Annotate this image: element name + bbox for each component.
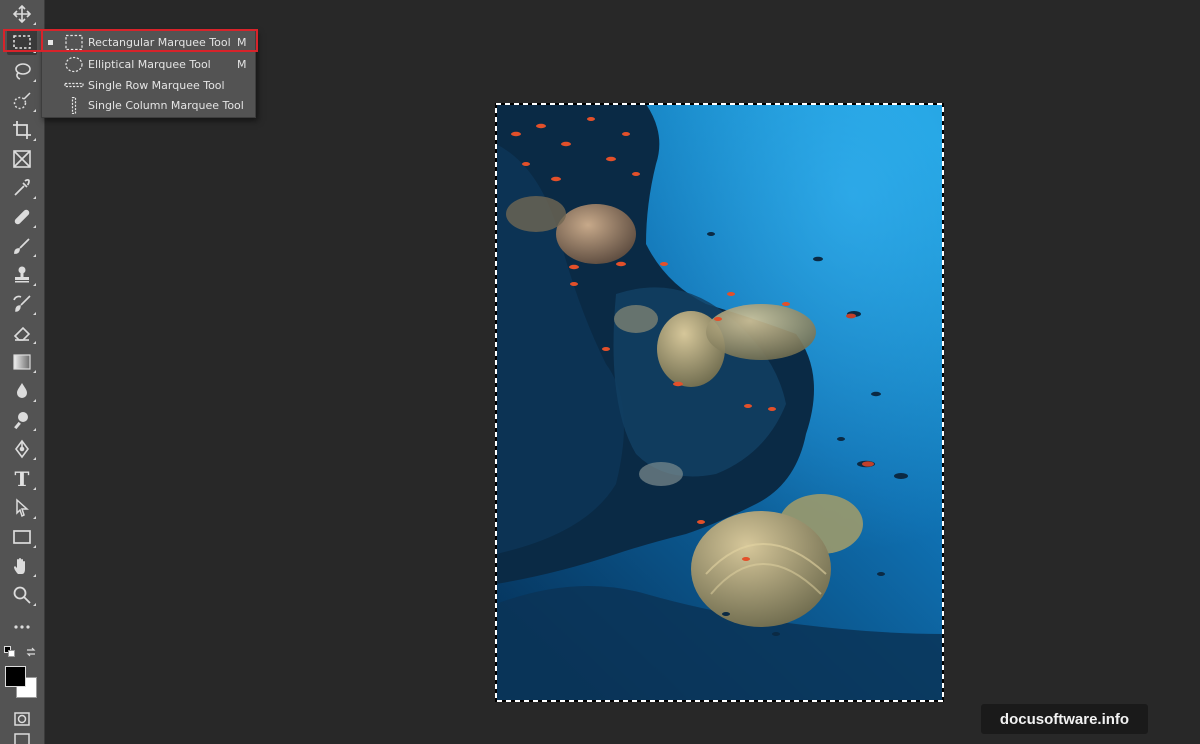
crop-tool[interactable] xyxy=(7,117,37,143)
clone-stamp-tool[interactable] xyxy=(7,262,37,288)
blur-tool[interactable] xyxy=(7,378,37,404)
rectangular-marquee-icon xyxy=(65,34,83,51)
flyout-item-label: Single Row Marquee Tool xyxy=(88,79,225,92)
coral-reef-image xyxy=(496,104,943,701)
quick-selection-icon xyxy=(13,92,31,110)
single-column-marquee-icon xyxy=(71,97,77,114)
single-row-marquee-icon xyxy=(64,82,84,88)
flyout-item-shortcut: M xyxy=(237,36,247,49)
type-icon: T xyxy=(14,467,30,491)
hand-icon xyxy=(14,558,25,574)
flyout-item-label: Elliptical Marquee Tool xyxy=(88,58,211,71)
flyout-item-rectangular-marquee[interactable]: Rectangular Marquee Tool M xyxy=(42,32,255,53)
marquee-tool-flyout: Rectangular Marquee Tool M Elliptical Ma… xyxy=(41,30,256,118)
stamp-icon xyxy=(15,266,29,283)
frame-tool[interactable] xyxy=(7,146,37,172)
flyout-item-shortcut: M xyxy=(237,58,247,71)
dodge-icon xyxy=(14,412,28,430)
lasso-icon xyxy=(15,63,31,80)
gradient-tool[interactable] xyxy=(7,349,37,375)
eraser-tool[interactable] xyxy=(7,320,37,346)
flyout-item-label: Rectangular Marquee Tool xyxy=(88,36,231,49)
flyout-item-single-row-marquee[interactable]: Single Row Marquee Tool xyxy=(42,75,255,96)
quick-selection-tool[interactable] xyxy=(7,88,37,114)
hand-tool[interactable] xyxy=(7,553,37,579)
eyedropper-tool[interactable] xyxy=(7,175,37,201)
elliptical-marquee-icon xyxy=(65,56,83,73)
watermark: docusoftware.info xyxy=(981,704,1148,734)
rectangle-tool[interactable] xyxy=(7,524,37,550)
crop-icon xyxy=(13,121,31,139)
marquee-tool[interactable] xyxy=(7,29,37,55)
history-brush-tool[interactable] xyxy=(7,291,37,317)
selected-bullet xyxy=(48,40,53,45)
flyout-item-single-column-marquee[interactable]: Single Column Marquee Tool xyxy=(42,95,255,116)
rectangle-icon xyxy=(13,530,31,544)
move-tool[interactable] xyxy=(7,1,37,27)
gradient-icon xyxy=(13,354,31,370)
pen-icon xyxy=(15,439,29,459)
screen-mode-button[interactable] xyxy=(7,732,37,744)
healing-brush-tool[interactable] xyxy=(7,204,37,230)
screen-mode-icon xyxy=(14,733,30,744)
flyout-item-elliptical-marquee[interactable]: Elliptical Marquee Tool M xyxy=(42,54,255,75)
dodge-tool[interactable] xyxy=(7,407,37,433)
path-selection-tool[interactable] xyxy=(7,495,37,521)
eyedropper-icon xyxy=(14,179,30,196)
eraser-icon xyxy=(13,326,31,341)
more-icon xyxy=(14,625,30,629)
move-icon xyxy=(12,4,32,24)
canvas-photo[interactable] xyxy=(496,104,943,701)
flyout-item-label: Single Column Marquee Tool xyxy=(88,99,244,112)
edit-toolbar-button[interactable] xyxy=(7,614,37,640)
foreground-color-swatch[interactable] xyxy=(5,666,26,687)
zoom-tool[interactable] xyxy=(7,582,37,608)
watermark-text: docusoftware.info xyxy=(999,710,1130,728)
bandage-icon xyxy=(14,209,30,225)
type-tool[interactable]: T xyxy=(7,466,37,492)
drop-icon xyxy=(17,383,27,398)
frame-icon xyxy=(13,150,31,168)
brush-tool[interactable] xyxy=(7,233,37,259)
rectangular-marquee-icon xyxy=(13,35,31,49)
quick-mask-icon xyxy=(14,712,30,726)
swap-colors-icon[interactable] xyxy=(25,646,37,658)
photoshop-window: T Rectangular Marquee Tool M Elliptical … xyxy=(0,0,1200,744)
history-brush-icon xyxy=(13,295,31,312)
default-colors-icon[interactable] xyxy=(4,646,16,658)
zoom-icon xyxy=(13,586,31,604)
tools-panel: T xyxy=(0,0,45,744)
arrow-icon xyxy=(16,498,29,518)
pen-tool[interactable] xyxy=(7,436,37,462)
lasso-tool[interactable] xyxy=(7,58,37,84)
brush-icon xyxy=(14,238,30,254)
